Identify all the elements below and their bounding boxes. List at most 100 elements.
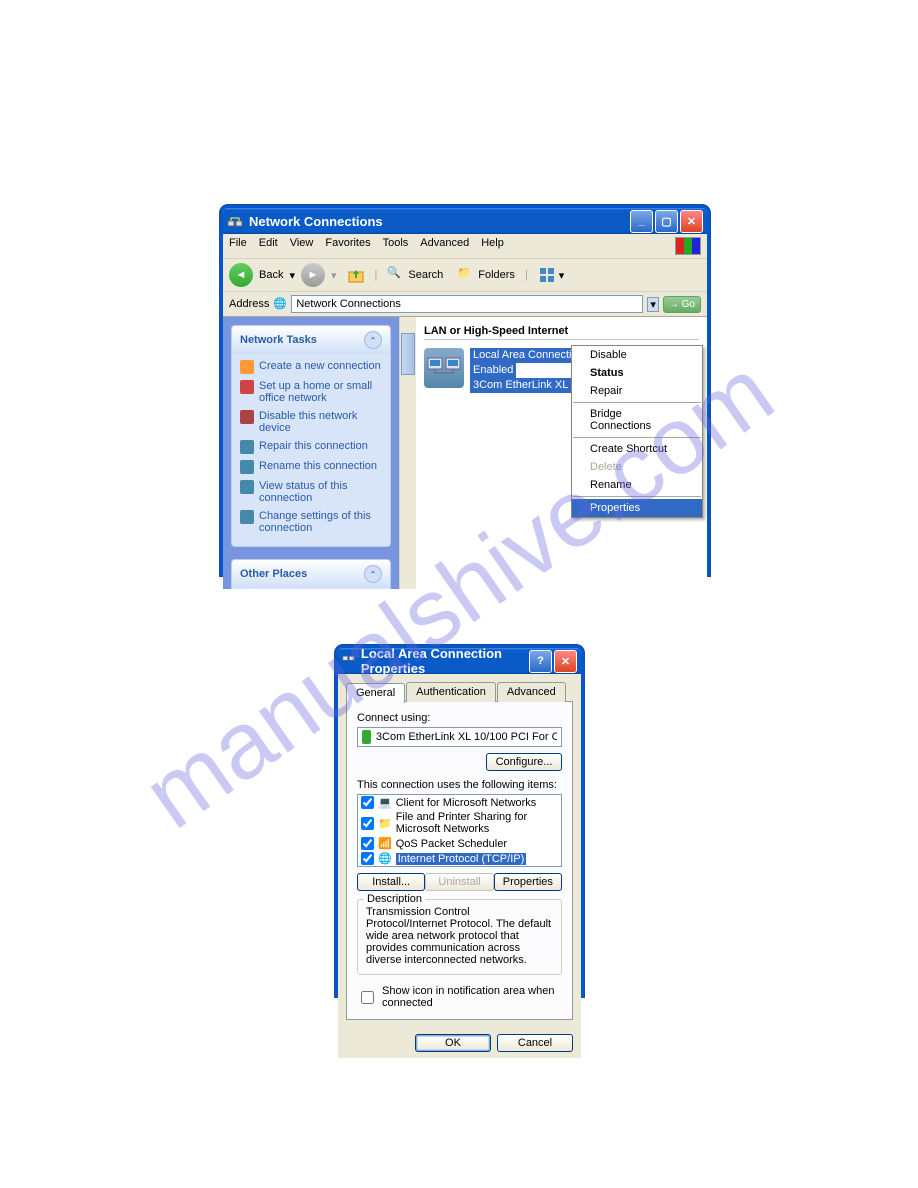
wizard-icon	[240, 360, 254, 374]
task-repair[interactable]: Repair this connection	[240, 440, 382, 454]
ctx-repair[interactable]: Repair	[572, 382, 702, 400]
titlebar[interactable]: Network Connections _ ▢ ✕	[223, 208, 707, 234]
ok-button[interactable]: OK	[415, 1034, 491, 1052]
connection-properties-dialog: Local Area Connection Properties ? ✕ Gen…	[335, 645, 584, 997]
share-icon: 📁	[378, 817, 392, 830]
window-title: Network Connections	[249, 214, 383, 229]
ctx-properties[interactable]: Properties	[572, 499, 702, 517]
adapter-name: 3Com EtherLink XL 10/100 PCI For Complet…	[376, 731, 557, 743]
ctx-rename[interactable]: Rename	[572, 476, 702, 494]
close-button[interactable]: ✕	[680, 210, 703, 233]
home-network-icon	[240, 380, 254, 394]
forward-button[interactable]: ►	[301, 263, 325, 287]
folders-button[interactable]: 📁Folders	[453, 264, 519, 286]
item-tcpip[interactable]: 🌐Internet Protocol (TCP/IP)	[358, 851, 561, 866]
cancel-button[interactable]: Cancel	[497, 1034, 573, 1052]
back-dropdown[interactable]: ▾	[289, 269, 295, 282]
sidepane-scrollbar[interactable]	[399, 317, 416, 589]
menu-advanced[interactable]: Advanced	[420, 237, 469, 255]
main-pane: LAN or High-Speed Internet Local Area Co…	[416, 317, 707, 589]
minimize-button[interactable]: _	[630, 210, 653, 233]
forward-dropdown[interactable]: ▾	[331, 269, 337, 282]
collapse-icon[interactable]: ⌃	[364, 331, 382, 349]
task-rename[interactable]: Rename this connection	[240, 460, 382, 474]
configure-button[interactable]: Configure...	[486, 753, 562, 771]
maximize-button[interactable]: ▢	[655, 210, 678, 233]
ctx-disable[interactable]: Disable	[572, 346, 702, 364]
explorer-body: Network Tasks⌃ Create a new connection S…	[223, 317, 707, 589]
network-tasks-header[interactable]: Network Tasks⌃	[232, 326, 390, 354]
connection-icon	[342, 653, 355, 669]
show-icon-checkbox[interactable]	[361, 991, 374, 1004]
ctx-delete: Delete	[572, 458, 702, 476]
other-places-panel: Other Places⌃ Control Panel My Network P…	[231, 559, 391, 589]
address-label: Address	[229, 298, 269, 310]
dialog-body: General Authentication Advanced Connect …	[338, 674, 581, 1028]
close-button[interactable]: ✕	[554, 650, 577, 673]
dialog-title: Local Area Connection Properties	[361, 646, 529, 676]
repair-icon	[240, 440, 254, 454]
help-button[interactable]: ?	[529, 650, 552, 673]
views-icon	[538, 266, 556, 284]
item-checkbox[interactable]	[361, 837, 374, 850]
connection-status: Enabled	[470, 363, 516, 378]
install-button[interactable]: Install...	[357, 873, 425, 891]
views-button[interactable]: ▾	[534, 264, 569, 286]
folders-icon: 📁	[457, 266, 475, 284]
go-button[interactable]: → Go	[663, 296, 701, 313]
task-create-connection[interactable]: Create a new connection	[240, 360, 382, 374]
menu-help[interactable]: Help	[481, 237, 504, 255]
tab-page-general: Connect using: 3Com EtherLink XL 10/100 …	[346, 701, 573, 1020]
description-group: Description Transmission Control Protoco…	[357, 899, 562, 975]
menu-file[interactable]: File	[229, 237, 247, 255]
ctx-shortcut[interactable]: Create Shortcut	[572, 440, 702, 458]
menu-favorites[interactable]: Favorites	[325, 237, 370, 255]
nic-icon	[362, 730, 371, 744]
description-text: Transmission Control Protocol/Internet P…	[366, 906, 553, 966]
task-disable-device[interactable]: Disable this network device	[240, 410, 382, 434]
ctx-status[interactable]: Status	[572, 364, 702, 382]
connection-icon	[424, 348, 464, 388]
menubar: File Edit View Favorites Tools Advanced …	[223, 234, 707, 259]
network-tasks-panel: Network Tasks⌃ Create a new connection S…	[231, 325, 391, 547]
item-fileshare[interactable]: 📁File and Printer Sharing for Microsoft …	[358, 810, 561, 836]
tab-authentication[interactable]: Authentication	[406, 682, 496, 702]
ctx-bridge[interactable]: Bridge Connections	[572, 405, 702, 435]
dialog-footer: OK Cancel	[338, 1028, 581, 1058]
window-controls: ? ✕	[529, 650, 577, 673]
task-settings[interactable]: Change settings of this connection	[240, 510, 382, 534]
rename-icon	[240, 460, 254, 474]
tab-general[interactable]: General	[346, 683, 405, 703]
side-pane: Network Tasks⌃ Create a new connection S…	[223, 317, 399, 589]
network-connections-window: Network Connections _ ▢ ✕ File Edit View…	[220, 205, 710, 576]
search-button[interactable]: 🔍Search	[383, 264, 447, 286]
address-dropdown[interactable]: ▾	[647, 297, 659, 312]
item-checkbox[interactable]	[361, 852, 374, 865]
status-icon	[240, 480, 254, 494]
tab-strip: General Authentication Advanced	[346, 682, 573, 702]
other-places-header[interactable]: Other Places⌃	[232, 560, 390, 588]
address-bar: Address 🌐 ▾ → Go	[223, 292, 707, 317]
toolbar: ◄ Back ▾ ► ▾ | 🔍Search 📁Folders | ▾	[223, 259, 707, 292]
properties-button[interactable]: Properties	[494, 873, 562, 891]
tab-advanced[interactable]: Advanced	[497, 682, 566, 702]
adapter-field: 3Com EtherLink XL 10/100 PCI For Complet…	[357, 727, 562, 747]
menu-tools[interactable]: Tools	[383, 237, 409, 255]
titlebar[interactable]: Local Area Connection Properties ? ✕	[338, 648, 581, 674]
back-button[interactable]: ◄	[229, 263, 253, 287]
items-listbox[interactable]: 💻Client for Microsoft Networks 📁File and…	[357, 794, 562, 867]
task-status[interactable]: View status of this connection	[240, 480, 382, 504]
description-label: Description	[364, 893, 425, 905]
collapse-icon[interactable]: ⌃	[364, 565, 382, 583]
item-checkbox[interactable]	[361, 817, 374, 830]
task-setup-network[interactable]: Set up a home or small office network	[240, 380, 382, 404]
address-input[interactable]	[291, 295, 643, 313]
item-checkbox[interactable]	[361, 796, 374, 809]
menu-edit[interactable]: Edit	[259, 237, 278, 255]
connection-name: Local Area Connection	[470, 348, 587, 363]
qos-icon: 📶	[378, 837, 392, 850]
up-button[interactable]	[343, 264, 369, 286]
item-qos[interactable]: 📶QoS Packet Scheduler	[358, 836, 561, 851]
item-client[interactable]: 💻Client for Microsoft Networks	[358, 795, 561, 810]
menu-view[interactable]: View	[290, 237, 314, 255]
